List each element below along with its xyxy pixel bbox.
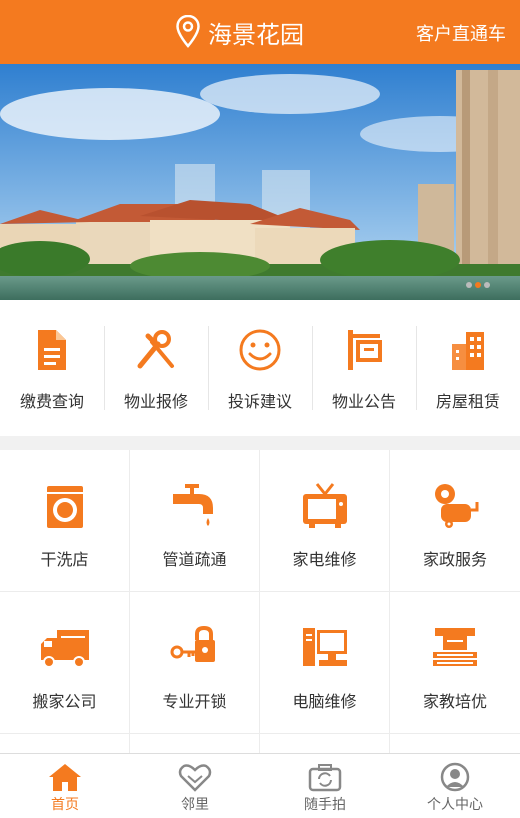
quick-item-label: 投诉建议 (227, 392, 292, 411)
bottom-tab-bar: 首页 邻里 随手拍 个人中心 (0, 753, 520, 818)
service-label: 家教培优 (422, 692, 487, 711)
location-pin-icon (176, 15, 200, 48)
quick-item-label: 物业报修 (123, 392, 188, 411)
grid-cell-partial (260, 734, 390, 754)
quick-item-announcement[interactable]: 物业公告 (312, 300, 416, 436)
tab-home[interactable]: 首页 (0, 754, 130, 818)
pagination-dot[interactable] (466, 282, 472, 288)
tab-neighbors[interactable]: 邻里 (130, 754, 260, 818)
service-housekeeping[interactable]: 家政服务 (390, 450, 520, 592)
tab-label: 首页 (51, 797, 79, 813)
faucet-icon (172, 484, 213, 526)
tab-label: 个人中心 (427, 797, 483, 813)
grid-cell-partial (0, 734, 130, 754)
service-locksmith[interactable]: 专业开锁 (130, 592, 260, 734)
service-label: 搬家公司 (32, 692, 97, 711)
services-grid: 干洗店 管道疏通 家电维修 家政服务 搬家公司 专业开锁 电脑维修 家教培优 (0, 450, 520, 754)
service-moving-company[interactable]: 搬家公司 (0, 592, 130, 734)
handshake-icon (178, 764, 212, 792)
home-icon (49, 764, 81, 791)
top-header: 海景花园 客户直通车 (0, 0, 520, 64)
service-label: 电脑维修 (292, 692, 357, 711)
computer-icon (302, 628, 347, 666)
quick-item-fee-query[interactable]: 缴费查询 (0, 300, 104, 436)
tools-icon (137, 330, 174, 369)
service-pipe-dredging[interactable]: 管道疏通 (130, 450, 260, 592)
service-dry-cleaning[interactable]: 干洗店 (0, 450, 130, 592)
quick-item-repair[interactable]: 物业报修 (104, 300, 208, 436)
document-icon (38, 330, 66, 370)
service-label: 干洗店 (40, 550, 89, 569)
user-icon (440, 762, 470, 792)
community-title[interactable]: 海景花园 (176, 14, 304, 50)
vacuum-icon (435, 484, 479, 528)
pagination-dot-active[interactable] (475, 282, 481, 288)
quick-item-label: 缴费查询 (19, 392, 84, 411)
service-label: 专业开锁 (162, 692, 227, 711)
smiley-icon (239, 329, 281, 371)
books-icon (433, 628, 477, 666)
quick-actions: 缴费查询 物业报修 投诉建议 物业公告 房屋租赁 (0, 300, 520, 436)
quick-item-label: 房屋租赁 (435, 392, 500, 411)
washing-machine-icon (46, 486, 83, 528)
truck-icon (40, 630, 89, 668)
service-computer-repair[interactable]: 电脑维修 (260, 592, 390, 734)
service-label: 家政服务 (422, 550, 487, 569)
customer-express-link[interactable]: 客户直通车 (416, 20, 506, 46)
pagination-dot[interactable] (484, 282, 490, 288)
quick-item-complaint[interactable]: 投诉建议 (208, 300, 312, 436)
banner-image[interactable] (0, 64, 520, 300)
key-lock-icon (170, 625, 215, 662)
service-label: 家电维修 (292, 550, 357, 569)
quick-item-rental[interactable]: 房屋租赁 (416, 300, 520, 436)
community-name: 海景花园 (208, 20, 304, 49)
signboard-icon (348, 330, 382, 370)
grid-cell-partial (130, 734, 260, 754)
grid-cell-partial (390, 734, 520, 754)
tab-snapshot[interactable]: 随手拍 (260, 754, 390, 818)
tv-icon (302, 483, 347, 528)
tab-profile[interactable]: 个人中心 (390, 754, 520, 818)
service-appliance-repair[interactable]: 家电维修 (260, 450, 390, 592)
service-label: 管道疏通 (162, 550, 227, 569)
tab-label: 随手拍 (304, 797, 346, 813)
quick-item-label: 物业公告 (331, 392, 396, 411)
camera-icon (308, 764, 342, 792)
banner-pagination[interactable] (466, 282, 490, 288)
service-tutoring[interactable]: 家教培优 (390, 592, 520, 734)
building-icon (452, 332, 484, 370)
tab-label: 邻里 (181, 797, 209, 813)
